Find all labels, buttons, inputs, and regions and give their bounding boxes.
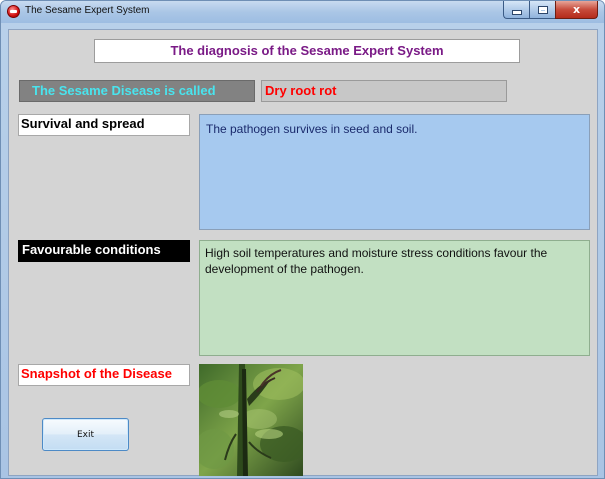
window-controls: x <box>503 1 598 20</box>
survival-label: Survival and spread <box>18 114 190 136</box>
disease-snapshot-image <box>199 364 303 476</box>
conditions-label: Favourable conditions <box>18 240 190 262</box>
plant-photo-icon <box>199 364 303 476</box>
disease-label: The Sesame Disease is called <box>19 80 255 102</box>
survival-text-panel: The pathogen survives in seed and soil. <box>199 114 590 230</box>
conditions-text: High soil temperatures and moisture stre… <box>205 246 548 276</box>
conditions-text-panel: High soil temperatures and moisture stre… <box>199 240 590 356</box>
minimize-button[interactable] <box>503 1 529 19</box>
title-bar[interactable]: The Sesame Expert System x <box>1 1 604 23</box>
exit-button[interactable]: Exit <box>42 418 129 451</box>
close-button[interactable]: x <box>555 1 598 19</box>
window-title: The Sesame Expert System <box>25 5 150 16</box>
maximize-button[interactable] <box>529 1 555 19</box>
app-window: The Sesame Expert System x The diagnosis… <box>0 0 605 479</box>
form-client-area: The diagnosis of the Sesame Expert Syste… <box>8 29 598 476</box>
snapshot-label: Snapshot of the Disease <box>18 364 190 386</box>
app-icon[interactable] <box>7 5 20 18</box>
disease-name-field: Dry root rot <box>261 80 507 102</box>
survival-text: The pathogen survives in seed and soil. <box>206 122 418 136</box>
close-icon: x <box>572 3 581 16</box>
minimize-icon <box>511 10 522 15</box>
maximize-icon <box>537 5 548 14</box>
page-title: The diagnosis of the Sesame Expert Syste… <box>94 39 520 63</box>
